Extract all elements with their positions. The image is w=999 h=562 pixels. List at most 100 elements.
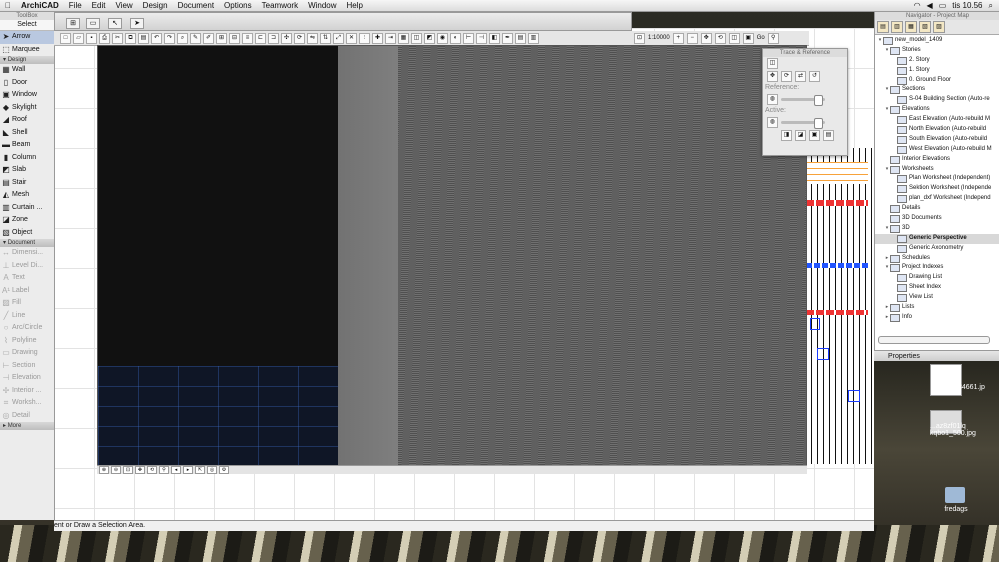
tool-section[interactable]: ⊢ Section — [0, 360, 54, 373]
project-map-node[interactable]: ▸ Info — [875, 313, 999, 323]
menu-edit[interactable]: Edit — [87, 1, 111, 10]
elevation-marker-icon[interactable]: ⊣ — [476, 32, 487, 44]
active-color-icon[interactable]: ◍ — [767, 117, 778, 128]
tool-text[interactable]: A Text — [0, 272, 54, 285]
model-view-icon[interactable]: ▥ — [528, 32, 539, 44]
stretch-icon[interactable]: ⤢ — [333, 32, 344, 44]
menu-document[interactable]: Document — [173, 1, 219, 10]
fit-window-icon[interactable]: ⊡ — [634, 32, 645, 44]
nav-next-icon[interactable]: ▸ — [183, 466, 193, 474]
tool-zone[interactable]: ◪ Zone — [0, 214, 54, 227]
battery-icon[interactable]: ▭ — [939, 1, 947, 10]
redo-icon[interactable]: ↷ — [164, 32, 175, 44]
project-map-node[interactable]: S-04 Building Section (Auto-re — [875, 95, 999, 105]
grid-snap-icon[interactable]: ⊞ — [216, 32, 227, 44]
info-box-button[interactable]: ⊞ — [66, 18, 80, 29]
menu-teamwork[interactable]: Teamwork — [257, 1, 303, 10]
menu-window[interactable]: Window — [303, 1, 341, 10]
nav-pan-icon[interactable]: ✥ — [135, 466, 145, 474]
section-marker-icon[interactable]: ⊢ — [463, 32, 474, 44]
paste-icon[interactable]: ▤ — [138, 32, 149, 44]
tool-detail[interactable]: ◎ Detail — [0, 410, 54, 423]
tool-slab[interactable]: ◩ Slab — [0, 164, 54, 177]
project-map-node[interactable]: ▾ Sections — [875, 85, 999, 95]
zoom-scale-value[interactable]: 1:10000 — [648, 35, 670, 41]
trim-icon[interactable]: ✕ — [346, 32, 357, 44]
tool-beam[interactable]: ▬ Beam — [0, 139, 54, 152]
desktop-file-label-2[interactable]: ...az8zf01lq kqbo1_500.jpg — [930, 423, 998, 437]
trace-overlay-icon[interactable]: ◪ — [795, 130, 806, 141]
project-map-node[interactable]: ▾ 3D — [875, 224, 999, 234]
eyedropper-icon[interactable]: ✎ — [190, 32, 201, 44]
toolbox-design-header[interactable]: ▾ Design — [0, 56, 54, 64]
project-map-node[interactable]: Plan Worksheet (Independent) — [875, 174, 999, 184]
view-icon[interactable]: ◫ — [728, 32, 740, 44]
open-icon[interactable]: ▱ — [73, 32, 84, 44]
tool-polyline[interactable]: ⌇ Polyline — [0, 335, 54, 348]
layers-icon[interactable]: ≡ — [242, 32, 253, 44]
toolbox-document-header[interactable]: ▾ Document — [0, 239, 54, 247]
undo-icon[interactable]: ↶ — [151, 32, 162, 44]
adjust-icon[interactable]: ⇥ — [385, 32, 396, 44]
menu-view[interactable]: View — [110, 1, 137, 10]
project-map-node[interactable]: View List — [875, 293, 999, 303]
tool-worksheet[interactable]: ⌗ Worksh... — [0, 397, 54, 410]
cut-icon[interactable]: ✂ — [112, 32, 123, 44]
project-map-node[interactable]: Sektion Worksheet (Independe — [875, 184, 999, 194]
pan-icon[interactable]: ✥ — [700, 32, 712, 44]
trace-compare-icon[interactable]: ◨ — [781, 130, 792, 141]
reference-opacity-slider[interactable] — [781, 95, 825, 106]
grid-display-icon[interactable]: ▦ — [398, 32, 409, 44]
new-icon[interactable]: □ — [60, 32, 71, 44]
menu-file[interactable]: File — [64, 1, 87, 10]
save-icon[interactable]: ▪ — [86, 32, 97, 44]
project-map-node[interactable]: Drawing List — [875, 273, 999, 283]
nav-zoom-icon[interactable]: ⊕ — [99, 466, 109, 474]
tool-drawing[interactable]: ▭ Drawing — [0, 347, 54, 360]
organizer-tab-icon[interactable]: ▨ — [933, 21, 945, 33]
volume-icon[interactable]: ◀ — [927, 1, 933, 10]
display-icon[interactable]: ▣ — [742, 32, 754, 44]
nav-zoom-out-icon[interactable]: ⊖ — [111, 466, 121, 474]
3d-window-icon[interactable]: ◩ — [424, 32, 435, 44]
cutaway-icon[interactable]: ◧ — [489, 32, 500, 44]
desktop-image-thumbnail[interactable] — [930, 364, 962, 396]
project-map-node[interactable]: West Elevation (Auto-rebuild M — [875, 145, 999, 155]
camera-icon[interactable]: ◉ — [437, 32, 448, 44]
reference-color-icon[interactable]: ◍ — [767, 94, 778, 105]
project-map-node[interactable]: plan_dxf Worksheet (Independ — [875, 194, 999, 204]
walk-icon[interactable]: ⚲ — [767, 32, 779, 44]
project-map-node[interactable]: ▾ Project Indexes — [875, 263, 999, 273]
desktop-file-label[interactable]: 34661.jp — [958, 384, 998, 391]
project-map-node[interactable]: North Elevation (Auto-rebuild — [875, 125, 999, 135]
toolbox-more-header[interactable]: ▸ More — [0, 422, 54, 430]
trace-highlight-icon[interactable]: ▣ — [809, 130, 820, 141]
tool-object[interactable]: ▧ Object — [0, 227, 54, 240]
tool-mesh[interactable]: ◭ Mesh — [0, 189, 54, 202]
properties-panel-header[interactable]: Properties — [874, 350, 999, 361]
tool-curtain-wall[interactable]: ▥ Curtain ... — [0, 202, 54, 215]
drag-icon[interactable]: ✣ — [281, 32, 292, 44]
trace-settings-icon[interactable]: ▤ — [823, 130, 834, 141]
layout-book-tab-icon[interactable]: ▦ — [905, 21, 917, 33]
project-map-node[interactable]: ▸ Schedules — [875, 254, 999, 264]
go-button[interactable]: Go — [757, 35, 765, 41]
nav-options-icon[interactable]: ⚙ — [219, 466, 229, 474]
tool-door[interactable]: ▯ Door — [0, 77, 54, 90]
guide-icon[interactable]: ⊟ — [229, 32, 240, 44]
elevate-icon[interactable]: ⇅ — [320, 32, 331, 44]
menu-app-archicad[interactable]: ArchiCAD — [16, 1, 64, 10]
tool-skylight[interactable]: ◆ Skylight — [0, 102, 54, 115]
tool-label[interactable]: A¹ Label — [0, 285, 54, 298]
pen-icon[interactable]: ✒ — [502, 32, 513, 44]
offset-icon[interactable]: ⊐ — [268, 32, 279, 44]
select-button[interactable]: Select — [0, 20, 54, 31]
layer-combo-icon[interactable]: ▤ — [515, 32, 526, 44]
spotlight-icon[interactable]: ⌕ — [989, 1, 993, 11]
nav-explore-icon[interactable]: ⚲ — [159, 466, 169, 474]
slider-knob[interactable] — [814, 95, 823, 106]
trace-move-icon[interactable]: ✥ — [767, 71, 778, 82]
project-map-node[interactable]: ▾ Worksheets — [875, 165, 999, 175]
project-map-node[interactable]: Generic Axonometry — [875, 244, 999, 254]
trace-reset-icon[interactable]: ↺ — [809, 71, 820, 82]
